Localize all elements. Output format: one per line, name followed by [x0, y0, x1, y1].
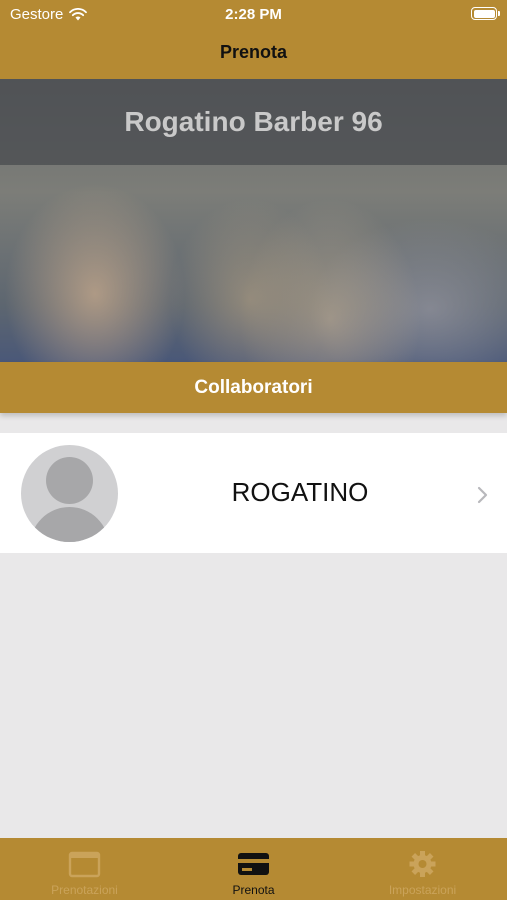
collaborator-row[interactable]: ROGATINO — [0, 433, 507, 553]
hero-banner: Rogatino Barber 96 — [0, 79, 507, 362]
battery-icon — [471, 7, 500, 20]
status-bar: Gestore 2:28 PM — [0, 0, 507, 30]
chevron-right-icon — [477, 486, 488, 504]
tab-prenotazioni[interactable]: Prenotazioni — [0, 838, 169, 900]
section-header: Collaboratori — [0, 362, 507, 413]
tab-prenota[interactable]: Prenota — [169, 838, 338, 900]
tab-label: Prenota — [232, 883, 275, 897]
person-placeholder-icon — [21, 445, 118, 542]
status-time: 2:28 PM — [225, 6, 282, 23]
shop-name: Rogatino Barber 96 — [124, 106, 383, 137]
tab-bar: Prenotazioni Prenota Impostazioni — [0, 838, 507, 900]
collaborator-name: ROGATINO — [231, 477, 369, 507]
nav-title: Prenota — [219, 42, 288, 62]
card-icon — [238, 853, 269, 875]
tab-label: Impostazioni — [388, 883, 457, 897]
tab-impostazioni[interactable]: Impostazioni — [338, 838, 507, 900]
top-bar: Gestore 2:28 PM Prenota — [0, 0, 507, 79]
gear-icon — [409, 851, 436, 877]
tab-label: Prenotazioni — [51, 883, 118, 897]
calendar-icon — [68, 851, 101, 878]
section-title: Collaboratori — [194, 377, 313, 398]
